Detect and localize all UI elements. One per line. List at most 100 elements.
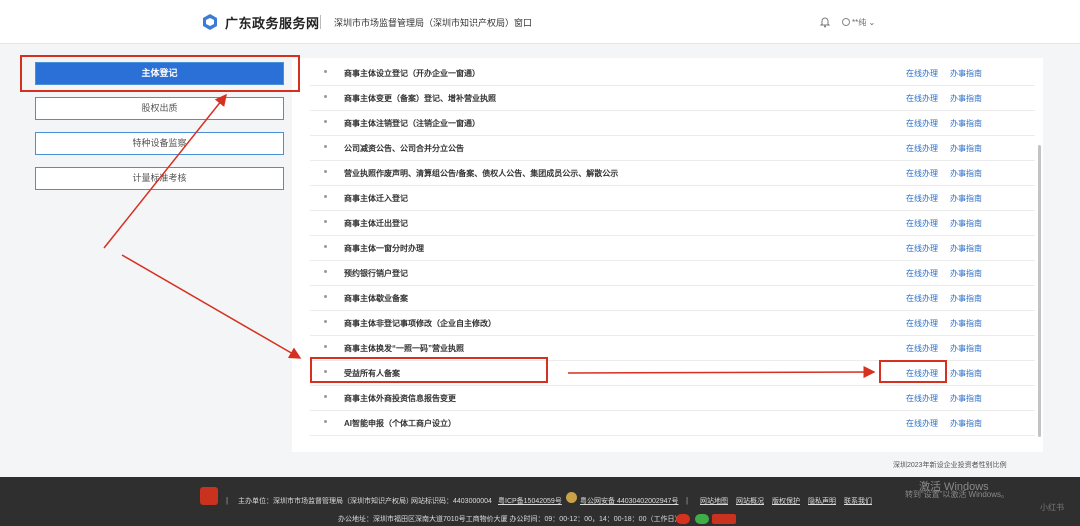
guide-link[interactable]: 办事指南	[950, 168, 982, 179]
service-name: 商事主体迁出登记	[344, 219, 408, 228]
bullet-icon	[324, 370, 327, 373]
nav-item-metrology-standard[interactable]: 计量标准考核	[35, 167, 284, 190]
department-title: 深圳市市场监督管理局（深圳市知识产权局）窗口	[334, 18, 533, 28]
weibo-icon[interactable]	[676, 514, 690, 524]
guide-link[interactable]: 办事指南	[950, 293, 982, 304]
guide-link[interactable]: 办事指南	[950, 393, 982, 404]
police-badge-icon	[566, 492, 577, 503]
page-footer: | 主办单位：深圳市市场监督管理局（深圳市知识产权局） 网站标识码：440300…	[0, 477, 1080, 526]
chevron-down-icon: ⌄	[866, 18, 876, 27]
category-nav: 主体登记 股权出质 特种设备监察 计量标准考核	[35, 62, 285, 202]
top-header: 广东政务服务网 深圳市市场监督管理局（深圳市知识产权局）窗口 **纯 ⌄	[0, 0, 1080, 44]
site-logo-icon[interactable]	[201, 13, 219, 31]
windows-activation-hint: 转到“设置”以激活 Windows。	[905, 490, 1010, 499]
bullet-icon	[324, 320, 327, 323]
online-apply-link[interactable]: 在线办理	[906, 268, 938, 279]
wechat-icon[interactable]	[695, 514, 709, 524]
service-name: 商事主体外商投资信息报告变更	[344, 394, 456, 403]
service-row: 商事主体变更（备案）登记、增补营业执照 在线办理 办事指南	[310, 86, 1035, 111]
online-apply-link[interactable]: 在线办理	[906, 343, 938, 354]
nav-item-special-equipment[interactable]: 特种设备监察	[35, 132, 284, 155]
online-apply-link[interactable]: 在线办理	[906, 293, 938, 304]
gov-service-badge-icon[interactable]	[712, 514, 736, 524]
scrollbar[interactable]	[1038, 145, 1041, 437]
bullet-icon	[324, 270, 327, 273]
service-row: 公司减资公告、公司合并分立公告 在线办理 办事指南	[310, 136, 1035, 161]
bullet-icon	[324, 295, 327, 298]
service-row: 营业执照作废声明、清算组公告/备案、债权人公告、集团成员公示、解散公示 在线办理 办…	[310, 161, 1035, 186]
service-name: 受益所有人备案	[344, 369, 400, 378]
bullet-icon	[324, 195, 327, 198]
site-title[interactable]: 广东政务服务网	[225, 13, 320, 32]
guide-link[interactable]: 办事指南	[950, 343, 982, 354]
online-apply-link[interactable]: 在线办理	[906, 318, 938, 329]
service-name: 公司减资公告、公司合并分立公告	[344, 144, 464, 153]
guide-link[interactable]: 办事指南	[950, 368, 982, 379]
service-name: 商事主体一窗分时办理	[344, 244, 424, 253]
bullet-icon	[324, 345, 327, 348]
online-apply-link[interactable]: 在线办理	[906, 143, 938, 154]
nav-item-entity-registration[interactable]: 主体登记	[35, 62, 284, 85]
service-row: AI智能申报（个体工商户设立） 在线办理 办事指南	[310, 411, 1035, 436]
service-name: 商事主体设立登记（开办企业一窗通）	[344, 69, 480, 78]
guide-link[interactable]: 办事指南	[950, 318, 982, 329]
guide-link[interactable]: 办事指南	[950, 193, 982, 204]
user-name: **纯	[852, 18, 867, 27]
service-list-panel: 商事主体设立登记（开办企业一窗通） 在线办理 办事指南 商事主体变更（备案）登记、增…	[292, 58, 1043, 452]
footer-link-copyright[interactable]: 版权保护	[772, 496, 800, 506]
online-apply-link[interactable]: 在线办理	[906, 168, 938, 179]
online-apply-link[interactable]: 在线办理	[906, 368, 938, 379]
footer-separator: |	[226, 496, 229, 505]
bell-icon[interactable]	[819, 16, 831, 28]
footer-police-link[interactable]: 粤公网安备 44030402002947号	[580, 496, 678, 506]
service-row: 商事主体非登记事项修改（企业自主修改） 在线办理 办事指南	[310, 311, 1035, 336]
service-row: 商事主体注销登记（注销企业一窗通） 在线办理 办事指南	[310, 111, 1035, 136]
guide-link[interactable]: 办事指南	[950, 243, 982, 254]
bullet-icon	[324, 120, 327, 123]
service-row: 商事主体换发“一照一码”营业执照 在线办理 办事指南	[310, 336, 1035, 361]
bullet-icon	[324, 220, 327, 223]
bullet-icon	[324, 70, 327, 73]
online-apply-link[interactable]: 在线办理	[906, 68, 938, 79]
service-row: 预约银行销户登记 在线办理 办事指南	[310, 261, 1035, 286]
service-row: 商事主体歇业备案 在线办理 办事指南	[310, 286, 1035, 311]
footer-link-overview[interactable]: 网站概况	[736, 496, 764, 506]
service-name: 商事主体换发“一照一码”营业执照	[344, 344, 464, 353]
footer-link-contact[interactable]: 联系我们	[844, 496, 872, 506]
service-row: 商事主体设立登记（开办企业一窗通） 在线办理 办事指南	[310, 61, 1035, 86]
bullet-icon	[324, 395, 327, 398]
user-icon	[842, 18, 850, 26]
service-name: 营业执照作废声明、清算组公告/备案、债权人公告、集团成员公示、解散公示	[344, 169, 619, 178]
service-name: 商事主体非登记事项修改（企业自主修改）	[344, 319, 496, 328]
guide-link[interactable]: 办事指南	[950, 268, 982, 279]
service-name: 商事主体变更（备案）登记、增补营业执照	[344, 94, 496, 103]
footer-link-sitemap[interactable]: 网站地图	[700, 496, 728, 506]
online-apply-link[interactable]: 在线办理	[906, 243, 938, 254]
service-name: AI智能申报（个体工商户设立）	[344, 419, 456, 428]
guide-link[interactable]: 办事指南	[950, 118, 982, 129]
guide-link[interactable]: 办事指南	[950, 93, 982, 104]
service-name: 商事主体迁入登记	[344, 194, 408, 203]
bullet-icon	[324, 170, 327, 173]
header-divider	[320, 15, 321, 29]
online-apply-link[interactable]: 在线办理	[906, 93, 938, 104]
guide-link[interactable]: 办事指南	[950, 143, 982, 154]
online-apply-link[interactable]: 在线办理	[906, 193, 938, 204]
guide-link[interactable]: 办事指南	[950, 218, 982, 229]
guide-link[interactable]: 办事指南	[950, 68, 982, 79]
footer-icp-link[interactable]: 粤ICP备15042059号	[498, 496, 562, 506]
footer-address: 办公地址：深圳市福田区深南大道7010号工商物价大厦 办公时间：09：00-12…	[338, 516, 682, 523]
online-apply-link[interactable]: 在线办理	[906, 393, 938, 404]
online-apply-link[interactable]: 在线办理	[906, 118, 938, 129]
bullet-icon	[324, 95, 327, 98]
footer-link-privacy[interactable]: 隐私声明	[808, 496, 836, 506]
image-caption: 深圳2023年新设企业投资者性别比例	[893, 462, 1007, 469]
online-apply-link[interactable]: 在线办理	[906, 218, 938, 229]
guide-link[interactable]: 办事指南	[950, 418, 982, 429]
watermark-text: 小红书	[1040, 503, 1064, 512]
government-emblem-icon	[200, 487, 218, 505]
service-row: 商事主体迁入登记 在线办理 办事指南	[310, 186, 1035, 211]
nav-item-equity-pledge[interactable]: 股权出质	[35, 97, 284, 120]
user-menu[interactable]: **纯 ⌄	[842, 17, 875, 28]
online-apply-link[interactable]: 在线办理	[906, 418, 938, 429]
